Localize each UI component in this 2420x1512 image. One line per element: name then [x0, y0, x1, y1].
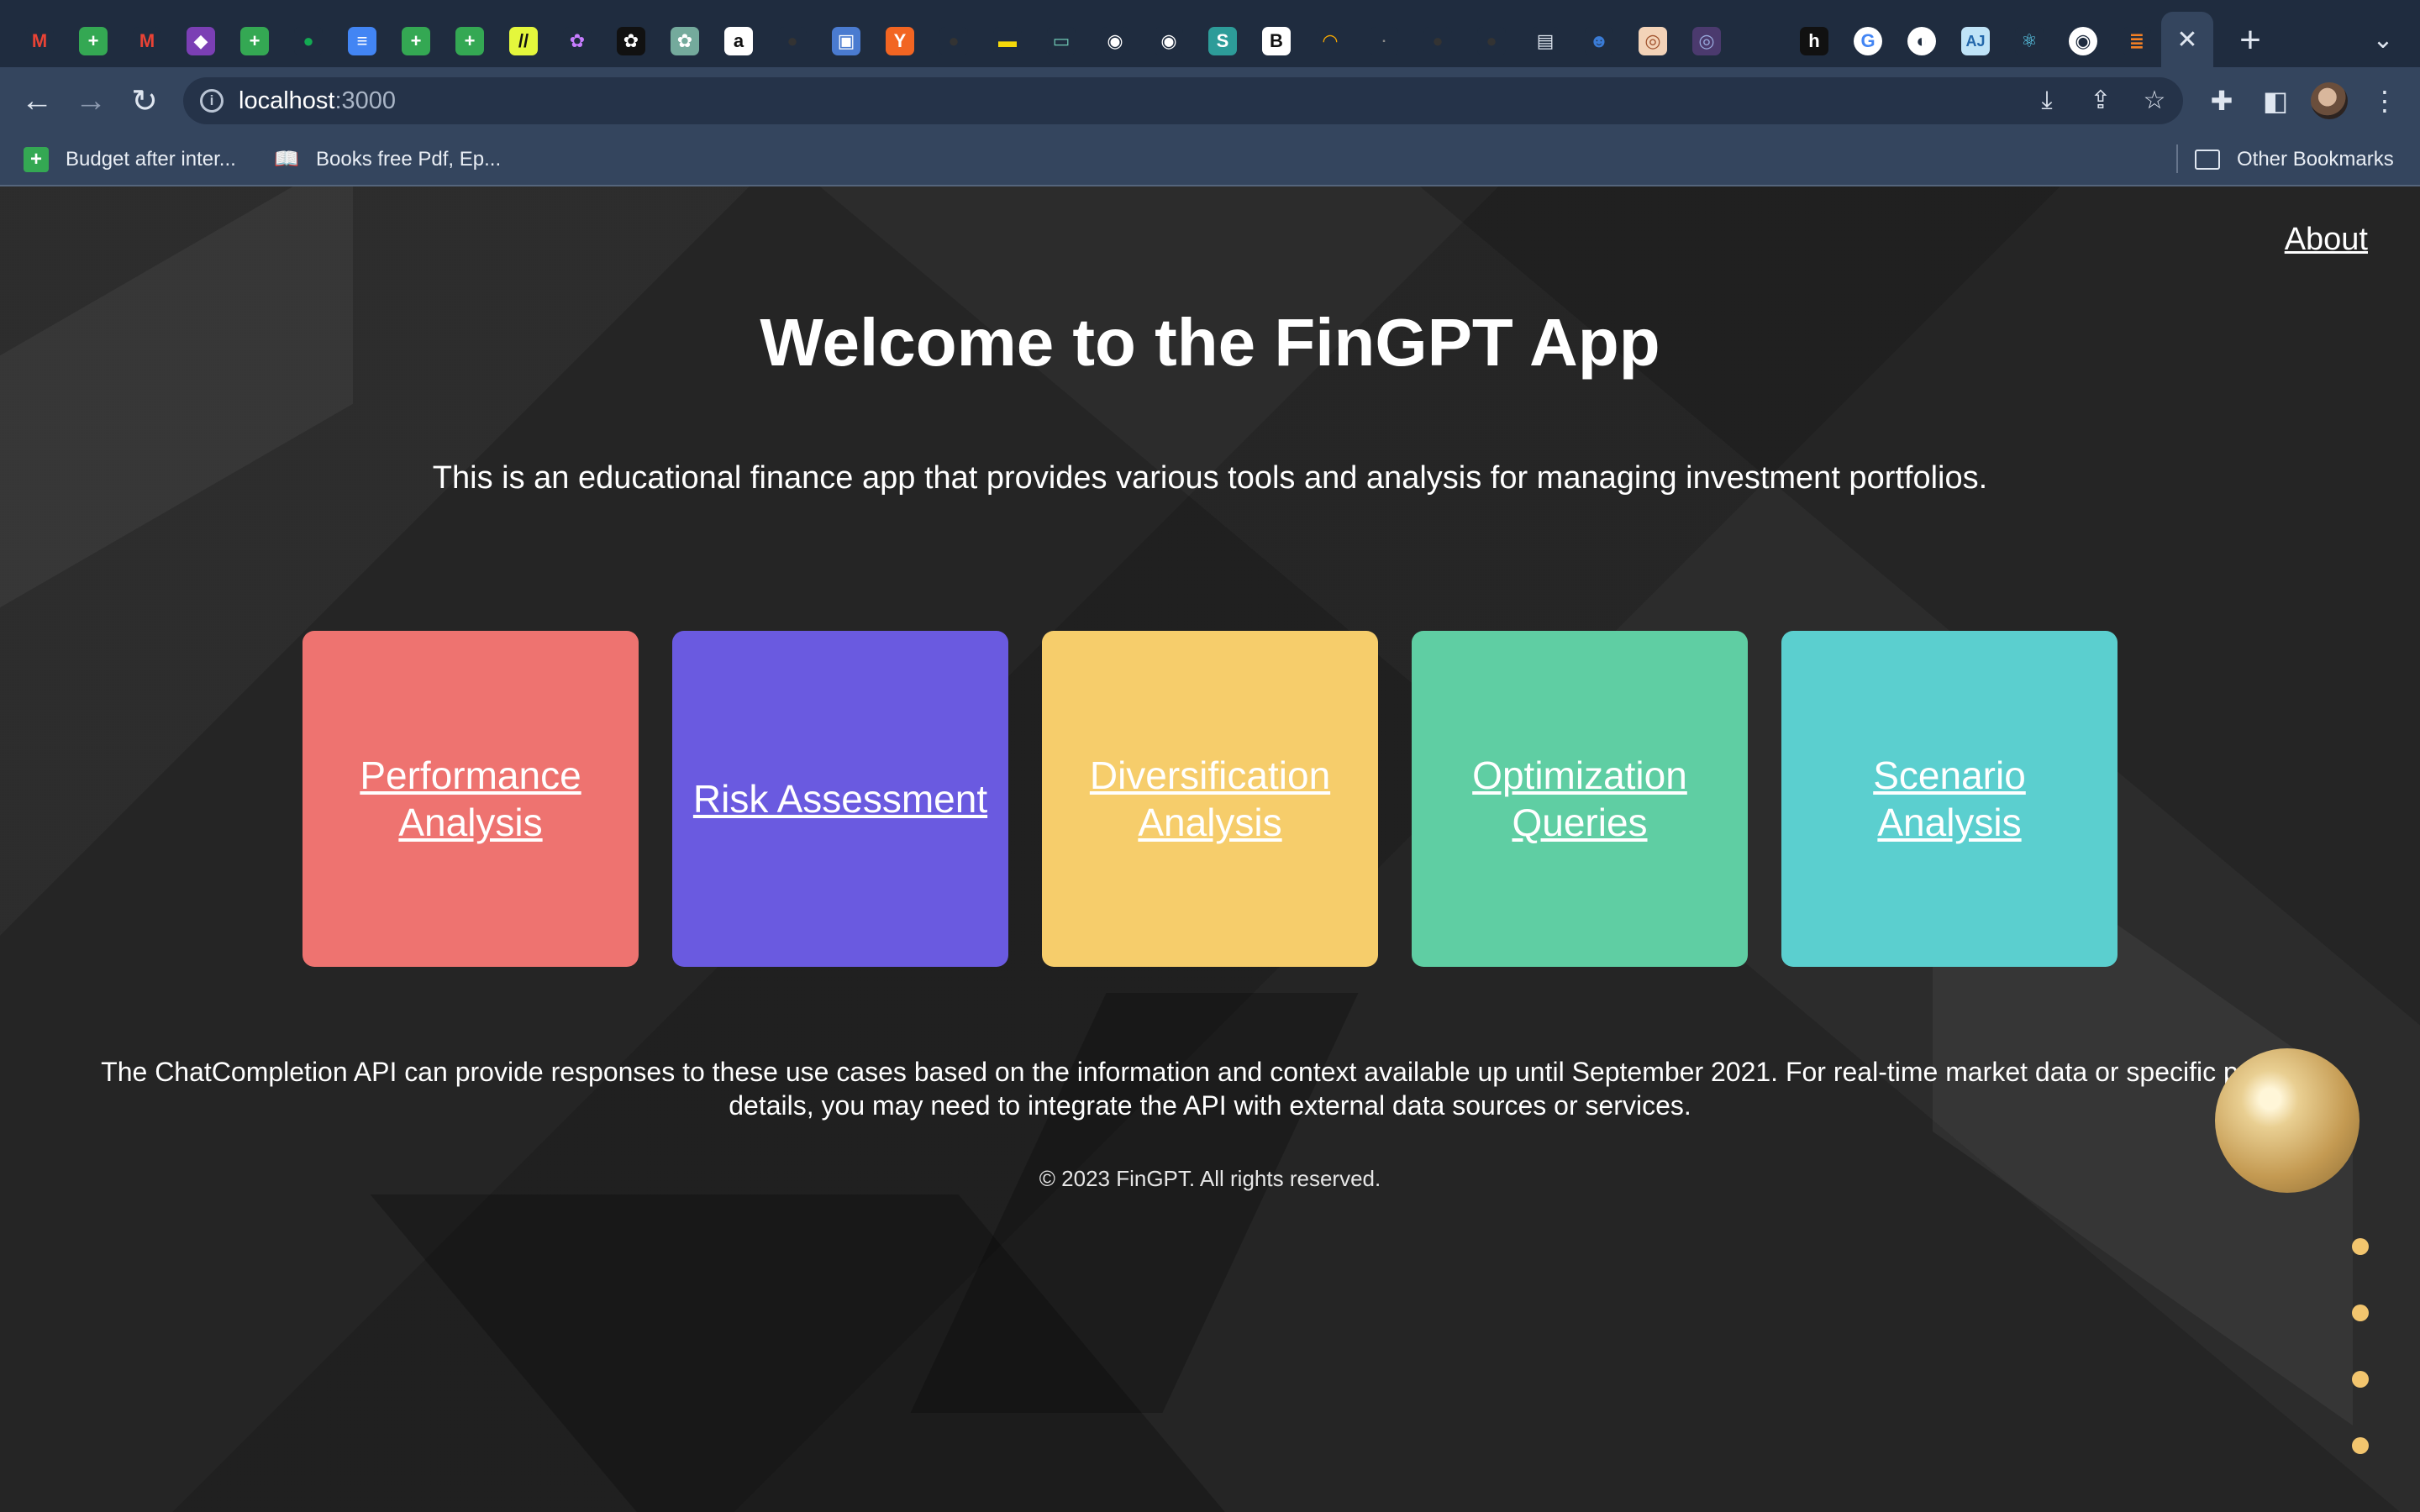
- shell-icon[interactable]: ◎: [1639, 27, 1667, 55]
- decorative-dot: [2352, 1437, 2369, 1454]
- h-icon[interactable]: h: [1800, 27, 1828, 55]
- active-tab[interactable]: ✕: [2161, 12, 2213, 67]
- sheets-icon[interactable]: +: [240, 27, 269, 55]
- close-tab-icon[interactable]: ✕: [2176, 25, 2197, 55]
- bookmark-label: Books free Pdf, Ep...: [316, 148, 502, 171]
- bookmark-budget[interactable]: + Budget after inter...: [24, 144, 236, 175]
- google-icon[interactable]: G: [1854, 27, 1882, 55]
- reload-icon[interactable]: ↻: [124, 81, 165, 121]
- globe-icon[interactable]: ◐: [1907, 27, 1936, 55]
- card-icon[interactable]: ▤: [1531, 27, 1560, 55]
- dash-icon[interactable]: ▭: [1047, 27, 1076, 55]
- book-icon: 📖: [274, 148, 299, 171]
- amazon-icon[interactable]: a: [724, 27, 753, 55]
- decorative-dot: [2352, 1238, 2369, 1255]
- decorative-dot: [2352, 1305, 2369, 1321]
- card-link[interactable]: Diversification Analysis: [1059, 752, 1361, 846]
- card-performance-analysis[interactable]: Performance Analysis: [302, 631, 639, 967]
- sheets-icon[interactable]: +: [79, 27, 108, 55]
- decorative-gold-sphere: [2215, 1048, 2360, 1193]
- profile-avatar[interactable]: [2311, 82, 2348, 119]
- decorative-dot: [2352, 1371, 2369, 1388]
- openai-icon[interactable]: ✿: [671, 27, 699, 55]
- card-diversification-analysis[interactable]: Diversification Analysis: [1042, 631, 1378, 967]
- b-icon[interactable]: B: [1262, 27, 1291, 55]
- aj-icon[interactable]: AJ: [1961, 27, 1990, 55]
- docs-icon[interactable]: ≡: [348, 27, 376, 55]
- other-bookmarks[interactable]: Other Bookmarks: [2195, 144, 2394, 175]
- page-title: Welcome to the FinGPT App: [760, 305, 1660, 380]
- openai-icon[interactable]: ✿: [617, 27, 645, 55]
- tab-strip: M + M ◆ + ● ≡ + + // ✿ ✿ ✿ a ● ▣ Y ● ▬ ▭…: [0, 0, 2420, 67]
- purple-icon[interactable]: ◆: [187, 27, 215, 55]
- bookmark-star-icon[interactable]: ☆: [2139, 86, 2170, 116]
- record-icon[interactable]: ◉: [1101, 27, 1129, 55]
- bookmarks-divider: [2176, 144, 2178, 173]
- card-link[interactable]: Performance Analysis: [319, 752, 622, 846]
- bookmark-books[interactable]: 📖 Books free Pdf, Ep...: [274, 144, 501, 175]
- s-icon[interactable]: S: [1208, 27, 1237, 55]
- openai-icon[interactable]: ✿: [563, 27, 592, 55]
- page-content: About Welcome to the FinGPT App This is …: [0, 186, 2420, 1512]
- github-icon[interactable]: ●: [778, 27, 807, 55]
- menu-kebab-icon[interactable]: ⋮: [2368, 84, 2402, 118]
- github-icon[interactable]: ●: [1477, 27, 1506, 55]
- blank-icon[interactable]: [1746, 27, 1775, 55]
- mongodb-icon[interactable]: ●: [294, 27, 323, 55]
- extensions-icon[interactable]: ✚: [2205, 84, 2238, 118]
- hackmd-icon[interactable]: //: [509, 27, 538, 55]
- tab-search-icon[interactable]: ⌄: [2368, 25, 2398, 55]
- stackoverflow-icon[interactable]: ≣: [2123, 27, 2151, 55]
- site-info-icon[interactable]: i: [200, 89, 224, 113]
- sheets-icon[interactable]: +: [402, 27, 430, 55]
- back-icon[interactable]: ←: [17, 81, 57, 121]
- bookmark-label: Budget after inter...: [66, 148, 236, 171]
- feature-cards: Performance Analysis Risk Assessment Div…: [302, 631, 2118, 967]
- card-link[interactable]: Scenario Analysis: [1798, 752, 2101, 846]
- chrome-icon[interactable]: ◉: [2069, 27, 2097, 55]
- ycombinator-icon[interactable]: Y: [886, 27, 914, 55]
- github-icon[interactable]: ●: [939, 27, 968, 55]
- api-note: The ChatCompletion API can provide respo…: [101, 1057, 2319, 1121]
- tag-icon[interactable]: ▬: [993, 27, 1022, 55]
- address-url[interactable]: localhost:3000: [239, 86, 396, 116]
- address-bar[interactable]: [183, 77, 2183, 124]
- card-link[interactable]: Optimization Queries: [1428, 752, 1731, 846]
- gmail-icon[interactable]: M: [133, 27, 161, 55]
- background-facet: [0, 186, 353, 608]
- github-icon[interactable]: ●: [1423, 27, 1452, 55]
- forward-icon[interactable]: →: [71, 81, 111, 121]
- react-icon[interactable]: ⚛: [2015, 27, 2044, 55]
- folder-icon: [2195, 150, 2220, 170]
- page-subtitle: This is an educational finance app that …: [432, 460, 1988, 496]
- card-scenario-analysis[interactable]: Scenario Analysis: [1781, 631, 2118, 967]
- card-optimization-queries[interactable]: Optimization Queries: [1412, 631, 1748, 967]
- other-bookmarks-label: Other Bookmarks: [2237, 148, 2394, 171]
- side-panel-icon[interactable]: ◧: [2259, 84, 2292, 118]
- url-port: :3000: [334, 87, 397, 114]
- record-icon[interactable]: ◉: [1155, 27, 1183, 55]
- about-link[interactable]: About: [2285, 222, 2368, 258]
- gmail-icon[interactable]: M: [25, 27, 54, 55]
- sheets-icon: +: [24, 147, 49, 172]
- new-tab-icon[interactable]: +: [2232, 22, 2269, 60]
- card-link[interactable]: Risk Assessment: [693, 775, 987, 822]
- audible-icon[interactable]: ◠: [1316, 27, 1344, 55]
- share-icon[interactable]: ⇪: [2086, 86, 2116, 116]
- install-app-icon[interactable]: ⤓: [2032, 86, 2062, 116]
- pdf-icon[interactable]: ▣: [832, 27, 860, 55]
- footer-copyright: © 2023 FinGPT. All rights reserved.: [1039, 1166, 1381, 1191]
- sheets-icon[interactable]: +: [455, 27, 484, 55]
- url-host: localhost: [239, 87, 335, 114]
- reddit-icon[interactable]: ☻: [1585, 27, 1613, 55]
- circle-icon[interactable]: ◎: [1692, 27, 1721, 55]
- logo-icon[interactable]: ▪: [1370, 27, 1398, 55]
- card-risk-assessment[interactable]: Risk Assessment: [672, 631, 1008, 967]
